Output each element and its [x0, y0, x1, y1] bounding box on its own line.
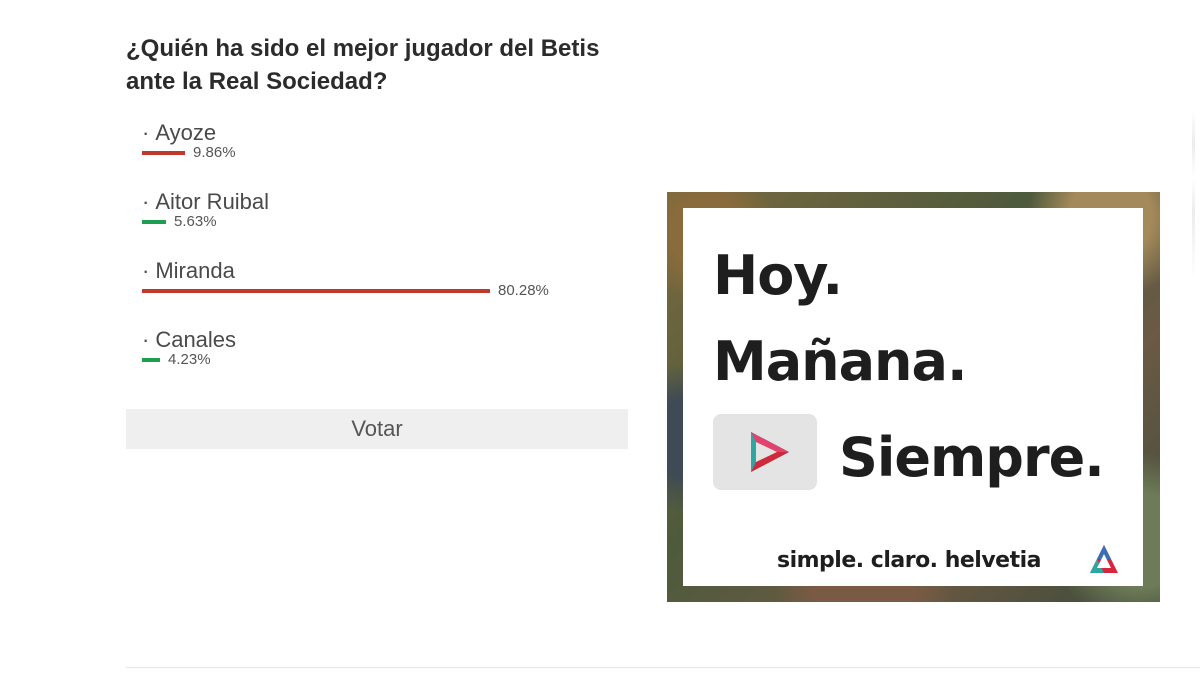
ad-headline-line1: Hoy. — [713, 244, 843, 307]
poll-option[interactable]: · Aitor Ruibal 5.63% — [126, 189, 628, 260]
result-percent: 80.28% — [498, 282, 549, 299]
option-name: Aitor Ruibal — [155, 189, 270, 214]
result-bar — [142, 289, 490, 293]
result-bar — [142, 358, 160, 362]
bullet: · — [142, 327, 150, 352]
bullet: · — [142, 189, 150, 214]
poll-options: · Ayoze 9.86% · Aitor Ruibal 5.63% · Mir… — [126, 120, 628, 398]
vote-button[interactable]: Votar — [126, 409, 628, 449]
result-bar — [142, 151, 185, 155]
option-name: Miranda — [155, 258, 235, 283]
sidebar-edge — [1192, 110, 1195, 280]
option-name: Ayoze — [155, 120, 217, 145]
result-bar — [142, 220, 166, 224]
poll-widget: ¿Quién ha sido el mejor jugador del Beti… — [126, 32, 628, 449]
play-button[interactable] — [713, 414, 817, 490]
section-divider — [126, 667, 1200, 668]
result-percent: 5.63% — [174, 213, 217, 230]
poll-option[interactable]: · Miranda 80.28% — [126, 258, 628, 329]
advertisement-banner[interactable]: Hoy. Mañana. Siempre. simple. claro. hel… — [667, 192, 1160, 602]
poll-option[interactable]: · Canales 4.23% — [126, 327, 628, 398]
page: ¿Quién ha sido el mejor jugador del Beti… — [0, 0, 1200, 680]
bullet: · — [142, 258, 150, 283]
ad-tagline: simple. claro. helvetia — [777, 548, 1041, 573]
poll-option[interactable]: · Ayoze 9.86% — [126, 120, 628, 191]
result-percent: 9.86% — [193, 144, 236, 161]
poll-title: ¿Quién ha sido el mejor jugador del Beti… — [126, 35, 600, 95]
bullet: · — [142, 120, 150, 145]
option-name: Canales — [155, 327, 237, 352]
ad-headline-line2: Mañana. — [713, 330, 967, 393]
ad-card: Hoy. Mañana. Siempre. simple. claro. hel… — [683, 208, 1143, 586]
ad-headline-line3: Siempre. — [839, 426, 1105, 489]
result-percent: 4.23% — [168, 351, 211, 368]
play-triangle-icon — [751, 432, 789, 472]
helvetia-logo-icon — [1090, 545, 1118, 573]
